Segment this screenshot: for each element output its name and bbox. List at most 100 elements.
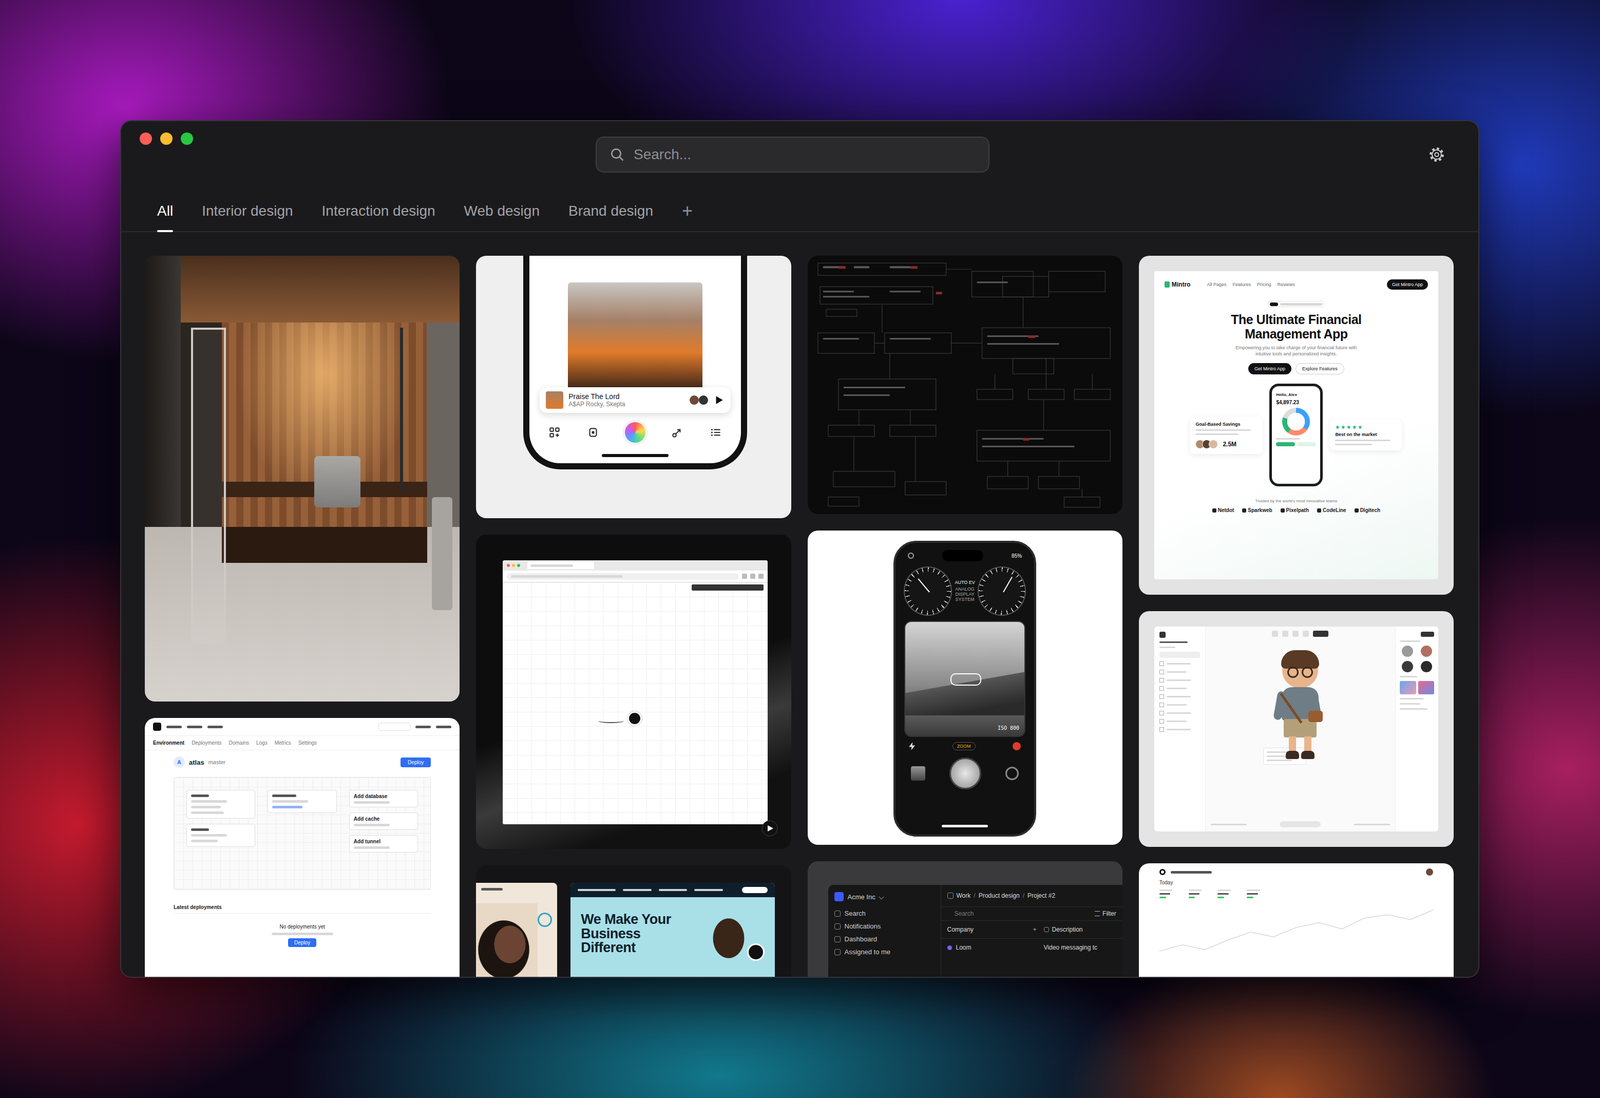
primary-button[interactable]: Get Mintro App <box>1248 363 1292 375</box>
grid-icon[interactable] <box>547 425 562 440</box>
app-window: Search... All Interior design Interaction … <box>120 120 1480 978</box>
flip-camera-icon[interactable] <box>1005 766 1019 780</box>
nav-item[interactable]: Domains <box>228 739 249 746</box>
nav-item[interactable]: Deployments <box>191 739 222 746</box>
viewport[interactable] <box>1205 626 1396 832</box>
hero-headline: The Ultimate Financial Management App <box>1213 312 1379 341</box>
layers-panel <box>1154 626 1206 832</box>
settings-icon[interactable] <box>907 552 914 559</box>
sidebar-item[interactable]: Search <box>834 909 935 918</box>
gallery-card[interactable]: We Make Your Business Different <box>475 865 791 978</box>
material-swatch[interactable] <box>1420 660 1433 673</box>
phone-mockup: 85% AUTO EV ANALOG DISPLAY SYSTEM ISO 80… <box>893 540 1037 837</box>
album-thumbnail <box>545 391 564 409</box>
3d-editor-shot <box>1138 611 1454 847</box>
music-player-shot: Praise The Lord A$AP Rocky, Skepta <box>475 255 791 519</box>
service-node[interactable] <box>267 789 337 813</box>
track-title: Praise The Lord <box>568 392 685 401</box>
tab[interactable]: Brand design <box>568 202 654 232</box>
gallery-card[interactable]: Today <box>1138 863 1454 978</box>
drawing-canvas[interactable] <box>502 582 768 825</box>
search-field[interactable]: Search <box>947 909 1091 918</box>
material-swatch[interactable] <box>1401 645 1414 657</box>
play-icon[interactable] <box>761 820 778 837</box>
material-swatch[interactable] <box>1420 645 1433 657</box>
play-icon[interactable] <box>713 394 725 406</box>
window-controls <box>139 132 596 145</box>
nav-link[interactable]: All Pages <box>1206 281 1227 288</box>
agency-sites-shot: We Make Your Business Different <box>475 865 791 978</box>
viewfinder-photo[interactable]: ISO 800 <box>904 620 1026 737</box>
material-swatch[interactable] <box>1401 660 1414 673</box>
gallery-card[interactable] <box>1138 611 1454 847</box>
flow-diagram <box>807 255 1123 514</box>
deploy-button[interactable]: Deploy <box>400 757 431 768</box>
table-row[interactable]: Loom Video messaging tc <box>941 938 1123 957</box>
tab[interactable]: Web design <box>464 202 540 232</box>
record-dot[interactable] <box>1012 741 1021 751</box>
sidebar-item[interactable]: Dashboard <box>834 935 935 943</box>
brand-logo[interactable]: Mintro <box>1164 280 1191 289</box>
nav-button[interactable]: Get Mintro App <box>1386 279 1428 290</box>
assistant-orb-icon[interactable] <box>624 422 646 443</box>
nav-item[interactable]: Metrics <box>274 739 292 746</box>
nav-item[interactable]: Environment <box>153 739 185 746</box>
iso-reading: ISO 800 <box>997 725 1020 731</box>
speaker-icon[interactable] <box>586 425 600 440</box>
service-node[interactable] <box>186 789 256 819</box>
service-node[interactable] <box>186 823 256 847</box>
nav-item[interactable]: Settings <box>298 739 317 746</box>
nav-link[interactable]: Reviews <box>1277 281 1295 288</box>
queue-icon[interactable] <box>709 425 723 440</box>
zoom-label[interactable]: ZOOM <box>952 741 976 751</box>
minimize-button[interactable] <box>160 132 173 145</box>
phone-mockup: Praise The Lord A$AP Rocky, Skepta <box>523 255 748 470</box>
gallery-card[interactable]: Acme Inc Search Notifications Dashboard Ass… <box>807 861 1123 978</box>
gallery-card[interactable] <box>807 255 1123 514</box>
breadcrumb-item[interactable]: Work <box>956 891 971 900</box>
project-avatar: A <box>173 756 185 768</box>
nav-link[interactable]: Features <box>1232 281 1251 288</box>
context-menu <box>1263 747 1307 765</box>
gear-icon[interactable] <box>1427 145 1446 164</box>
dashboard-nav: Environment Deployments Domains Logs Metrics… <box>144 735 460 751</box>
secondary-button[interactable]: Explore Features <box>1295 363 1345 375</box>
sidebar-item[interactable]: Assigned to me <box>834 947 935 956</box>
flash-icon[interactable] <box>908 741 916 751</box>
now-playing-bar[interactable]: Praise The Lord A$AP Rocky, Skepta <box>539 387 731 413</box>
tab[interactable]: Interior design <box>201 202 293 232</box>
add-resource-item[interactable]: Add database <box>349 789 418 808</box>
rating-stars <box>1335 424 1397 430</box>
tab[interactable]: All <box>157 202 174 232</box>
gallery-thumbnail[interactable] <box>910 766 926 781</box>
canvas-video-shot <box>475 534 791 849</box>
search-field[interactable]: Search... <box>595 136 990 173</box>
share-icon[interactable] <box>670 425 684 440</box>
gallery-card[interactable]: Mintro All Pages Features Pricing Reviews G… <box>1138 255 1454 595</box>
close-button[interactable] <box>139 132 152 145</box>
branch-name: master <box>208 758 226 766</box>
nav-link[interactable]: Pricing <box>1256 281 1272 288</box>
shutter-button[interactable] <box>949 757 982 790</box>
gallery-card[interactable]: Environment Deployments Domains Logs Metrics… <box>144 717 460 978</box>
deploy-button[interactable]: Deploy <box>288 938 317 947</box>
add-tab-button[interactable]: + <box>681 202 693 232</box>
gallery-card[interactable] <box>475 534 791 849</box>
add-resource-item[interactable]: Add tunnel <box>349 834 418 853</box>
sidebar: Acme Inc Search Notifications Dashboard Ass… <box>828 884 942 978</box>
magnifier-icon <box>608 146 626 163</box>
gallery-card[interactable]: 85% AUTO EV ANALOG DISPLAY SYSTEM ISO 80… <box>807 530 1123 845</box>
workspace-switcher[interactable]: Acme Inc <box>834 891 935 902</box>
properties-panel <box>1395 626 1439 832</box>
gallery-card[interactable] <box>144 255 460 702</box>
zoom-button[interactable] <box>180 132 194 145</box>
nav-item[interactable]: Logs <box>256 739 268 746</box>
sidebar-item[interactable]: Notifications <box>834 922 935 930</box>
filter-button[interactable]: Filter <box>1094 909 1117 918</box>
breadcrumb-item[interactable]: Project #2 <box>1027 891 1056 900</box>
add-resource-item[interactable]: Add cache <box>349 812 418 830</box>
breadcrumb-item[interactable]: Product design <box>978 891 1020 900</box>
gallery-card[interactable]: Praise The Lord A$AP Rocky, Skepta <box>475 255 791 519</box>
top-bar <box>144 717 460 736</box>
tab[interactable]: Interaction design <box>321 202 436 232</box>
